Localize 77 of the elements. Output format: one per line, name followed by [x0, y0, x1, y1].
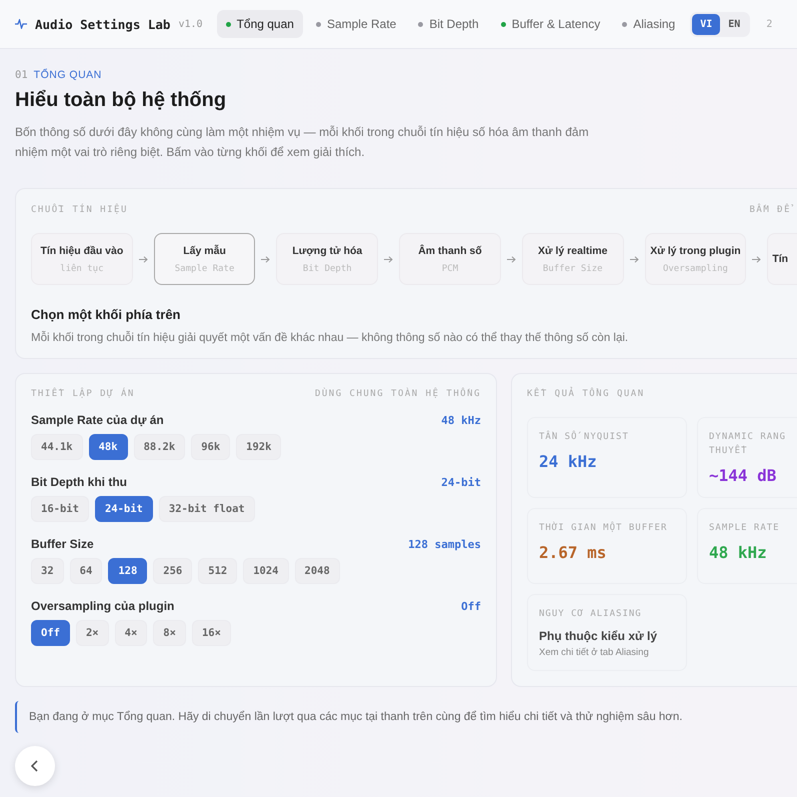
page-heading: Hiểu toàn bộ hệ thống — [15, 89, 228, 112]
app-title: Audio Settings Lab — [35, 16, 170, 32]
chain-block[interactable]: Tín hiệu đầu vào liên tục — [31, 233, 133, 285]
option-chip[interactable]: 24-bit — [94, 496, 153, 522]
option-chip[interactable]: 32 — [31, 558, 64, 584]
info-note: Bạn đang ở mục Tổng quan. Hãy di chuyển lần lượt qua các mục tại thanh trên cùng để tìm hiểu chi tiết và thử nghiệm sâu hơn. — [15, 701, 797, 733]
metric-value: 2.67 ms — [539, 543, 608, 562]
setting-value: 128 samples — [408, 538, 481, 550]
arrow-icon — [138, 256, 148, 262]
chain-block[interactable]: Xử lý trong plugin Oversampling — [644, 233, 746, 285]
metric-note: Xem chi tiết ở tab Aliasing — [539, 647, 650, 658]
chevron-left-icon — [31, 760, 39, 772]
option-chip[interactable]: 128 — [108, 558, 148, 584]
arrow-icon — [630, 256, 639, 262]
option-chip[interactable]: 4× — [114, 620, 148, 646]
option-chip[interactable]: 192k — [236, 434, 282, 460]
option-chip[interactable]: 16-bit — [31, 496, 89, 522]
option-chip[interactable]: 1024 — [243, 558, 289, 584]
settings-label: THIẾT LẬP DỰ ÁN — [31, 389, 135, 399]
chain-block[interactable]: Âm thanh số PCM — [399, 233, 501, 285]
setting-label: Oversampling của plugin — [31, 599, 174, 613]
metric-label: SAMPLE RATE — [709, 522, 781, 535]
chain-block[interactable]: Tín — [767, 233, 797, 285]
option-chip[interactable]: 2048 — [294, 558, 340, 584]
option-chip[interactable]: 32-bit float — [158, 496, 255, 522]
language-button[interactable]: EN — [720, 14, 748, 34]
nav-tab[interactable]: Bit Depth — [409, 10, 488, 38]
nav-tab[interactable]: Buffer & Latency — [492, 10, 610, 38]
metric-label: DYNAMIC RANG THUYẾT — [709, 431, 788, 458]
language-button[interactable]: VI — [692, 14, 720, 34]
nav-tab[interactable]: Tổng quan — [216, 10, 303, 38]
option-chip[interactable]: 88.2k — [134, 434, 186, 460]
back-button[interactable] — [15, 746, 55, 786]
setting-label: Buffer Size — [31, 537, 94, 551]
chain-block[interactable]: Lấy mẫu Sample Rate — [154, 233, 256, 285]
metric-value: ~144 dB — [709, 466, 778, 485]
metric-value: Phụ thuộc kiểu xử lý — [539, 629, 658, 643]
arrow-icon — [261, 256, 270, 262]
metric-label: THỜI GIAN MỘT BUFFER — [539, 521, 668, 535]
option-chip[interactable]: 64 — [70, 558, 102, 584]
metric-label: NGUY CƠ ALIASING — [539, 608, 643, 621]
metric-value: 24 kHz — [539, 452, 598, 471]
section-number: 01 — [15, 69, 28, 81]
option-chip[interactable]: 8× — [153, 620, 186, 646]
waveform-icon — [15, 19, 27, 29]
page-counter: 2 — [766, 18, 772, 30]
intro-text: Bốn thông số dưới đây không cùng làm một nhiệm vụ — mỗi khối trong chuỗi tín hiệu số hóa âm thanh đảm nhiệm một vai trò riêng biệt. Bấm vào từng khối để xem giải thích. — [15, 124, 590, 161]
settings-note: DÙNG CHUNG TOÀN HỆ THỐNG — [314, 389, 481, 399]
setting-label: Bit Depth khi thu — [31, 475, 127, 489]
nav-tab[interactable]: Sample Rate — [306, 10, 406, 38]
section-label: TỔNG QUAN — [34, 69, 102, 81]
option-chip[interactable]: 44.1k — [31, 434, 83, 460]
detail-text: Mỗi khối trong chuỗi tín hiệu giải quyết một vấn đề khác nhau — không thông số nào có thể thay thế thông số còn lại. — [31, 332, 630, 344]
arrow-icon — [384, 256, 394, 262]
nav-tab[interactable]: Aliasing — [613, 10, 684, 38]
metric-label: TẦN SỐ NYQUIST — [539, 430, 630, 444]
chain-block[interactable]: Lượng tử hóa Bit Depth — [276, 233, 378, 285]
version-label: v1.0 — [178, 18, 203, 30]
setting-value: 48 kHz — [441, 414, 481, 426]
option-chip[interactable]: 512 — [198, 558, 238, 584]
option-chip[interactable]: 256 — [153, 558, 192, 584]
option-chip[interactable]: 96k — [191, 434, 230, 460]
chain-hint: BẤM ĐỂ — [749, 205, 791, 215]
metric-value: 48 kHz — [709, 543, 768, 562]
setting-label: Sample Rate của dự án — [31, 413, 164, 427]
chain-block[interactable]: Xử lý realtime Buffer Size — [522, 233, 624, 285]
setting-value: 24-bit — [441, 476, 481, 488]
option-chip[interactable]: 48k — [88, 434, 128, 460]
arrow-icon — [752, 256, 762, 262]
option-chip[interactable]: 16× — [192, 620, 231, 646]
chain-label: CHUỖI TÍN HIỆU — [31, 205, 128, 215]
setting-value: Off — [461, 600, 481, 612]
results-label: KẾT QUẢ TỔNG QUAN — [527, 389, 645, 399]
detail-title: Chọn một khối phía trên — [31, 307, 182, 322]
option-chip[interactable]: Off — [31, 620, 70, 646]
arrow-icon — [506, 256, 516, 262]
option-chip[interactable]: 2× — [76, 620, 109, 646]
